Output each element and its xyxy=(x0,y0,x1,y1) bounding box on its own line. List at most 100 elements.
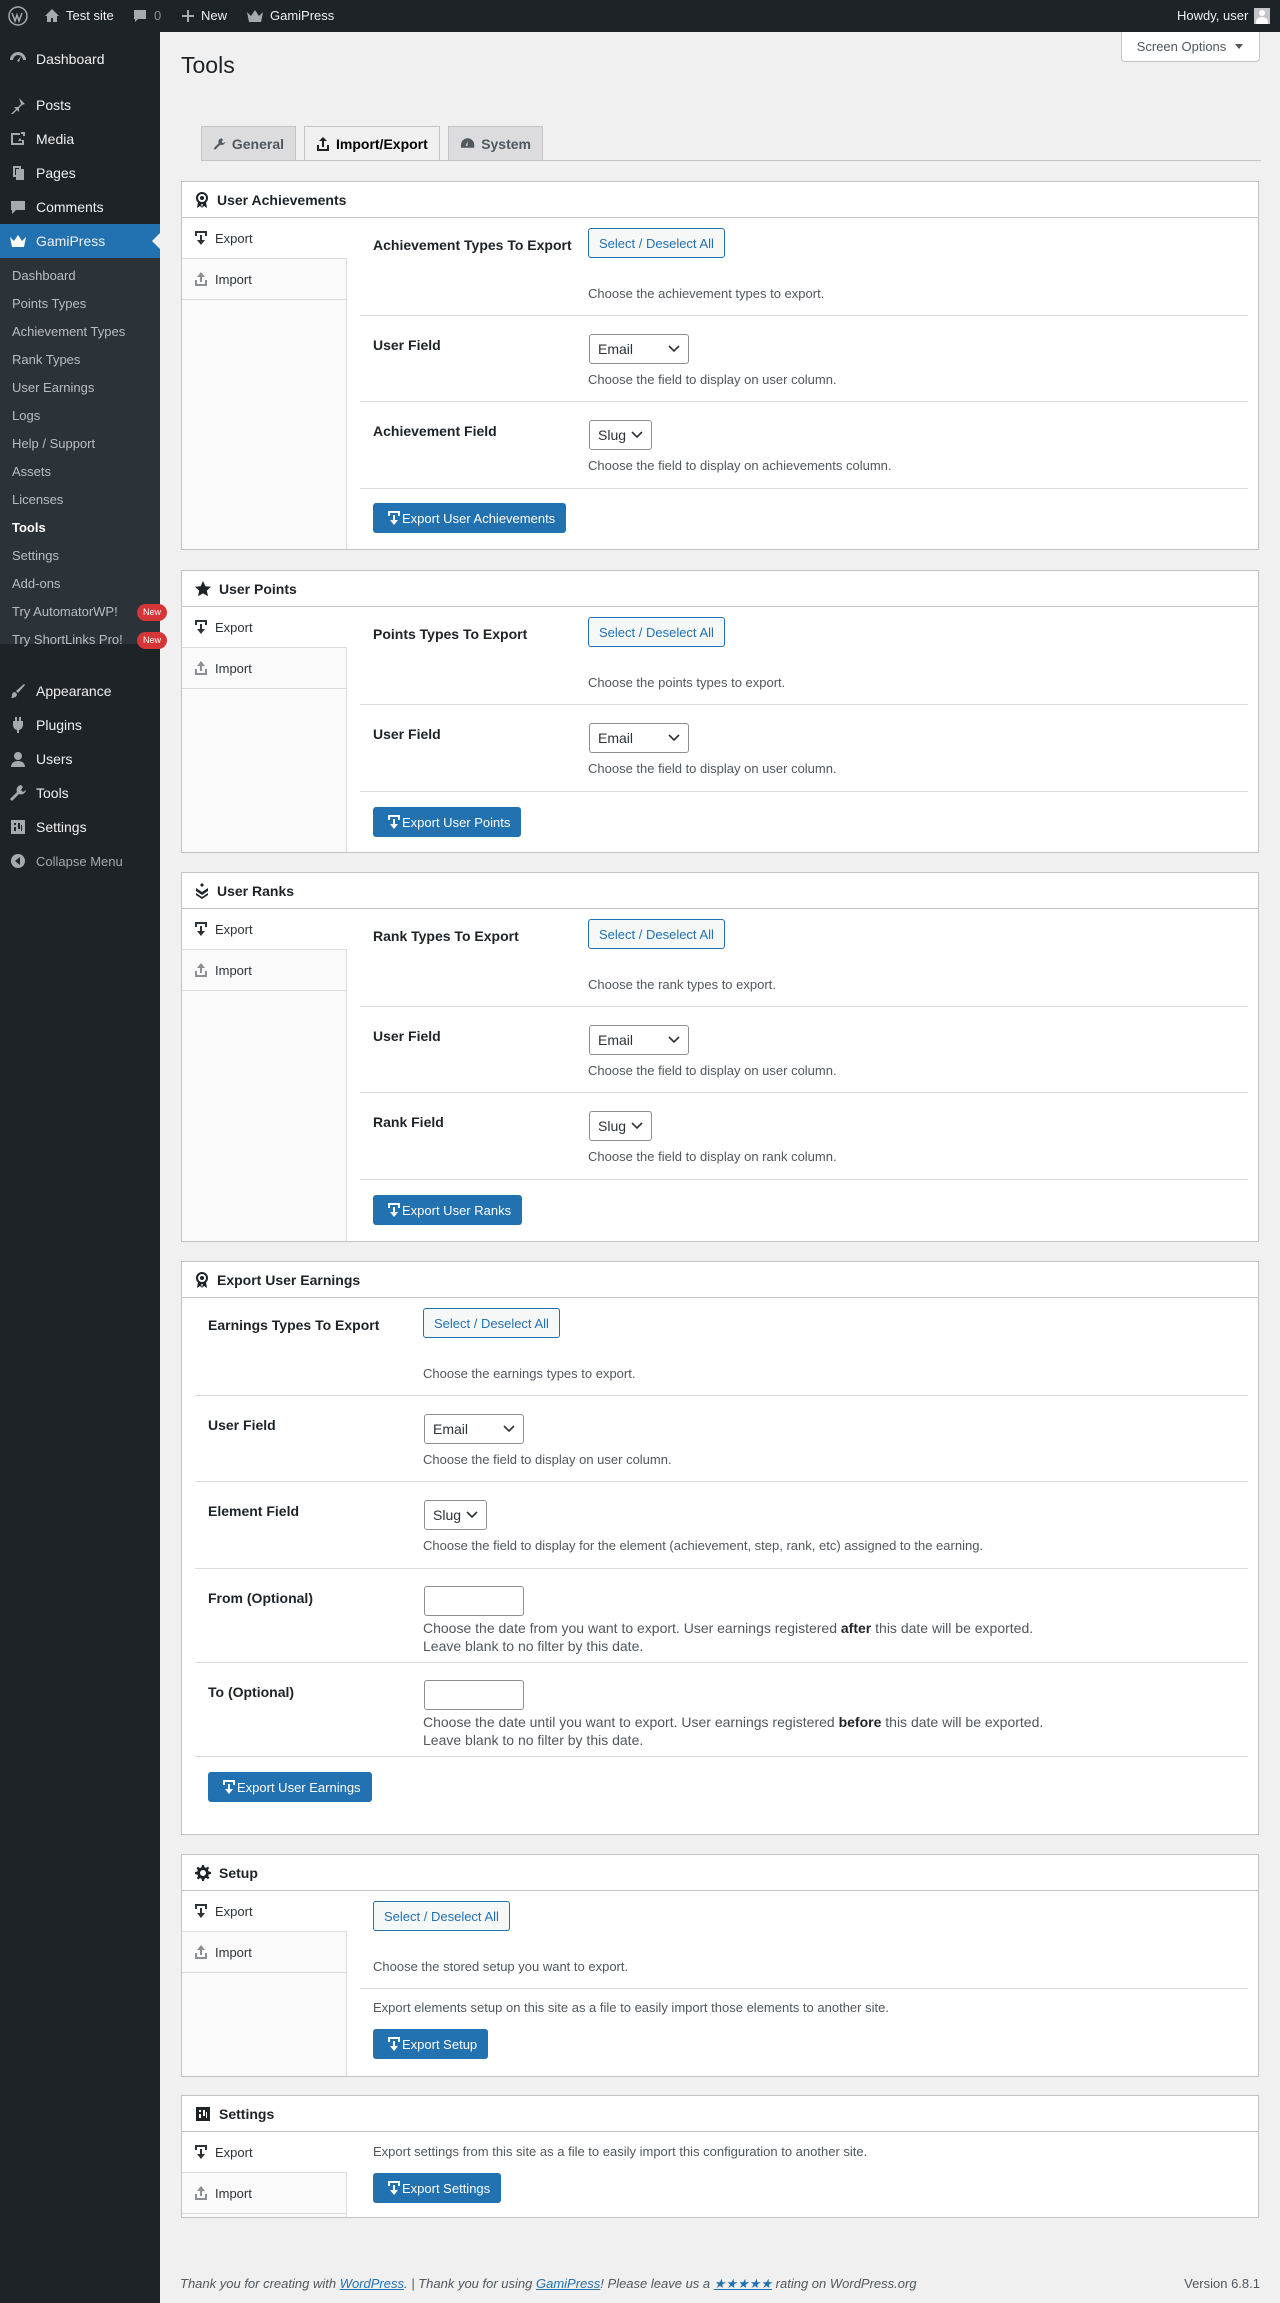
submenu-rank-types[interactable]: Rank Types xyxy=(12,350,80,370)
field-description: Export elements setup on this site as a … xyxy=(373,2000,889,2015)
submenu-logs[interactable]: Logs xyxy=(12,406,40,426)
footer-text: Thank you for creating with WordPress. |… xyxy=(180,2276,917,2291)
menu-dashboard[interactable]: Dashboard xyxy=(0,42,160,76)
export-user-ranks-button[interactable]: Export User Ranks xyxy=(373,1195,523,1225)
field-description: Choose the field to display for the elem… xyxy=(423,1538,984,1553)
submenu-assets[interactable]: Assets xyxy=(12,462,51,482)
field-label: Points Types To Export xyxy=(373,626,528,642)
select-deselect-all-button[interactable]: Select / Deselect All xyxy=(588,617,725,647)
to-date-input[interactable] xyxy=(424,1680,524,1710)
menu-plugins[interactable]: Plugins xyxy=(0,708,160,742)
comments-link[interactable]: 0 xyxy=(132,0,161,32)
submenu-points-types[interactable]: Points Types xyxy=(12,294,86,314)
select-deselect-all-button[interactable]: Select / Deselect All xyxy=(373,1901,510,1931)
field-label: To (Optional) xyxy=(208,1684,295,1700)
field-description: Choose the field to display on rank colu… xyxy=(588,1149,837,1164)
field-label: User Field xyxy=(373,1028,441,1044)
version-text: Version 6.8.1 xyxy=(1184,2276,1260,2291)
user-field-select[interactable]: Email xyxy=(589,1025,689,1055)
vertical-tab-import[interactable]: Import xyxy=(182,259,346,300)
from-date-input[interactable] xyxy=(424,1586,524,1616)
select-deselect-all-button[interactable]: Select / Deselect All xyxy=(588,919,725,949)
admin-bar: Test site 0 New GamiPress Howdy, user xyxy=(0,0,1280,32)
avatar xyxy=(1254,8,1271,24)
submenu-settings[interactable]: Settings xyxy=(12,546,59,566)
vertical-tabs: Export Import xyxy=(182,2132,347,2217)
export-setup-button[interactable]: Export Setup xyxy=(373,2029,489,2059)
vertical-tab-import[interactable]: Import xyxy=(182,648,346,689)
submenu-try-shortlinks[interactable]: Try ShortLinks Pro! New xyxy=(12,630,168,650)
upload-icon xyxy=(195,963,207,977)
box-header: User Ranks xyxy=(182,873,1258,909)
select-deselect-all-button[interactable]: Select / Deselect All xyxy=(588,228,725,258)
export-user-earnings-button[interactable]: Export User Earnings xyxy=(208,1772,372,1802)
submenu-user-earnings[interactable]: User Earnings xyxy=(12,378,94,398)
field-label: Rank Types To Export xyxy=(373,928,519,944)
menu-settings[interactable]: Settings xyxy=(0,810,160,844)
vertical-tab-import[interactable]: Import xyxy=(182,1932,346,1973)
submenu-licenses[interactable]: Licenses xyxy=(12,490,63,510)
gamipress-link[interactable]: GamiPress xyxy=(246,0,334,32)
menu-media[interactable]: Media xyxy=(0,122,160,156)
field-label: User Field xyxy=(208,1417,276,1433)
download-icon xyxy=(388,511,400,525)
chevron-down-icon xyxy=(503,1425,515,1433)
user-field-select[interactable]: Email xyxy=(589,334,689,364)
menu-comments[interactable]: Comments xyxy=(0,190,160,224)
new-badge: New xyxy=(137,604,168,621)
field-description: Choose the field to display on achieveme… xyxy=(588,458,892,473)
achievement-field-select[interactable]: Slug xyxy=(589,420,652,450)
award-icon xyxy=(196,191,208,208)
vertical-tabs: Export Import xyxy=(182,607,347,852)
submenu-dashboard[interactable]: Dashboard xyxy=(12,266,76,286)
vertical-tab-export[interactable]: Export xyxy=(182,909,347,950)
new-content-link[interactable]: New xyxy=(181,0,227,32)
collapse-menu-button[interactable]: Collapse Menu xyxy=(0,844,160,878)
field-description: Choose the points types to export. xyxy=(588,675,786,690)
user-field-select[interactable]: Email xyxy=(424,1414,524,1444)
dashboard-icon xyxy=(10,52,26,62)
download-icon xyxy=(388,815,400,829)
export-settings-button[interactable]: Export Settings xyxy=(373,2173,502,2203)
vertical-tab-export[interactable]: Export xyxy=(182,218,347,259)
vertical-tab-export[interactable]: Export xyxy=(182,1891,347,1932)
export-user-achievements-button[interactable]: Export User Achievements xyxy=(373,503,567,533)
tab-general[interactable]: General xyxy=(201,126,296,161)
tab-import-export[interactable]: Import/Export xyxy=(304,126,440,161)
vertical-tab-import[interactable]: Import xyxy=(182,950,346,991)
rating-stars-link[interactable]: ★★★★★ xyxy=(714,2276,772,2291)
menu-pages[interactable]: Pages xyxy=(0,156,160,190)
upload-icon xyxy=(195,1945,207,1959)
divider xyxy=(195,1662,1248,1663)
menu-gamipress[interactable]: GamiPress xyxy=(0,224,160,258)
export-user-points-button[interactable]: Export User Points xyxy=(373,807,522,837)
menu-users[interactable]: Users xyxy=(0,742,160,776)
menu-tools[interactable]: Tools xyxy=(0,776,160,810)
vertical-tab-export[interactable]: Export xyxy=(182,607,347,648)
rank-field-select[interactable]: Slug xyxy=(589,1111,652,1141)
field-description: Choose the date from you want to export.… xyxy=(423,1620,1034,1654)
site-name-link[interactable]: Test site xyxy=(44,0,114,32)
menu-posts[interactable]: Posts xyxy=(0,88,160,122)
wordpress-link[interactable]: WordPress xyxy=(340,2276,404,2291)
tab-system[interactable]: System xyxy=(448,126,543,161)
submenu-try-automatorwp[interactable]: Try AutomatorWP! New xyxy=(12,602,168,622)
my-account-link[interactable]: Howdy, user xyxy=(1177,0,1271,32)
screen-options-button[interactable]: Screen Options xyxy=(1121,32,1260,62)
divider xyxy=(360,315,1248,316)
submenu-tools[interactable]: Tools xyxy=(12,518,46,538)
vertical-tab-import[interactable]: Import xyxy=(182,2173,346,2214)
select-deselect-all-button[interactable]: Select / Deselect All xyxy=(423,1308,560,1338)
user-field-select[interactable]: Email xyxy=(589,723,689,753)
submenu-add-ons[interactable]: Add-ons xyxy=(12,574,60,594)
caret-down-icon xyxy=(1235,43,1244,49)
field-description: Choose the date until you want to export… xyxy=(423,1714,1044,1748)
element-field-select[interactable]: Slug xyxy=(424,1500,487,1530)
wordpress-logo-icon[interactable] xyxy=(8,0,28,32)
submenu-help-support[interactable]: Help / Support xyxy=(12,434,95,454)
gamipress-link[interactable]: GamiPress xyxy=(536,2276,600,2291)
wrench-icon xyxy=(213,138,226,150)
menu-appearance[interactable]: Appearance xyxy=(0,674,160,708)
vertical-tab-export[interactable]: Export xyxy=(182,2132,347,2173)
submenu-achievement-types[interactable]: Achievement Types xyxy=(12,322,125,342)
